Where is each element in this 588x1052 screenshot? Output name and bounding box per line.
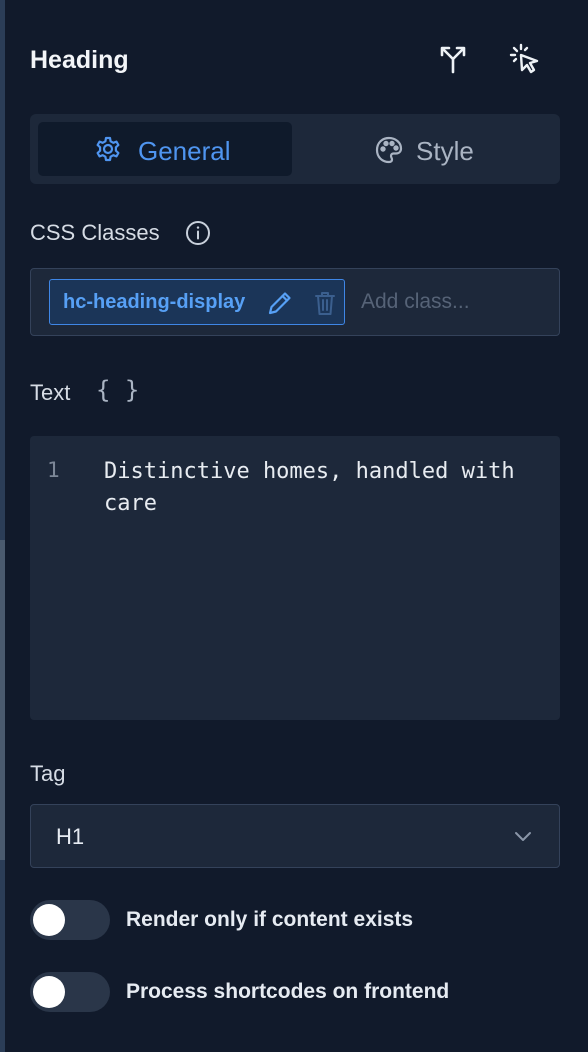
pencil-icon[interactable] (266, 289, 294, 317)
tab-bar: General Style (30, 114, 560, 184)
pointer-click-icon[interactable] (508, 42, 542, 76)
info-icon[interactable] (184, 219, 212, 247)
trash-icon[interactable] (312, 289, 338, 317)
gear-icon (96, 136, 120, 162)
add-class-input[interactable] (359, 269, 553, 335)
braces-icon[interactable]: { } (96, 376, 139, 404)
toggle-knob (33, 904, 65, 936)
tab-general-label: General (138, 136, 231, 166)
text-content[interactable]: Distinctive homes, handled with care (104, 456, 524, 520)
panel-header: Heading (30, 38, 560, 82)
css-classes-field: hc-heading-display (30, 268, 560, 336)
class-chip-name: hc-heading-display (63, 291, 246, 313)
branch-icon[interactable] (436, 42, 470, 76)
class-chip[interactable]: hc-heading-display (49, 279, 345, 325)
tab-style[interactable]: Style (300, 122, 552, 176)
tag-select[interactable]: H1 (30, 804, 560, 868)
tag-select-value: H1 (56, 824, 85, 849)
tab-style-label: Style (416, 136, 474, 166)
panel-title: Heading (30, 46, 129, 74)
palette-icon (375, 136, 403, 164)
text-editor[interactable]: 1 Distinctive homes, handled with care (30, 436, 560, 720)
tab-general[interactable]: General (38, 122, 292, 176)
css-classes-label: CSS Classes (30, 220, 160, 245)
render-if-content-label: Render only if content exists (126, 908, 414, 931)
chevron-down-icon (515, 832, 531, 841)
process-shortcodes-toggle[interactable] (30, 972, 110, 1012)
process-shortcodes-label: Process shortcodes on frontend (126, 980, 450, 1003)
toggle-knob (33, 976, 65, 1008)
tag-label: Tag (30, 761, 66, 786)
render-if-content-toggle[interactable] (30, 900, 110, 940)
text-label: Text (30, 380, 71, 405)
line-number: 1 (47, 458, 60, 482)
